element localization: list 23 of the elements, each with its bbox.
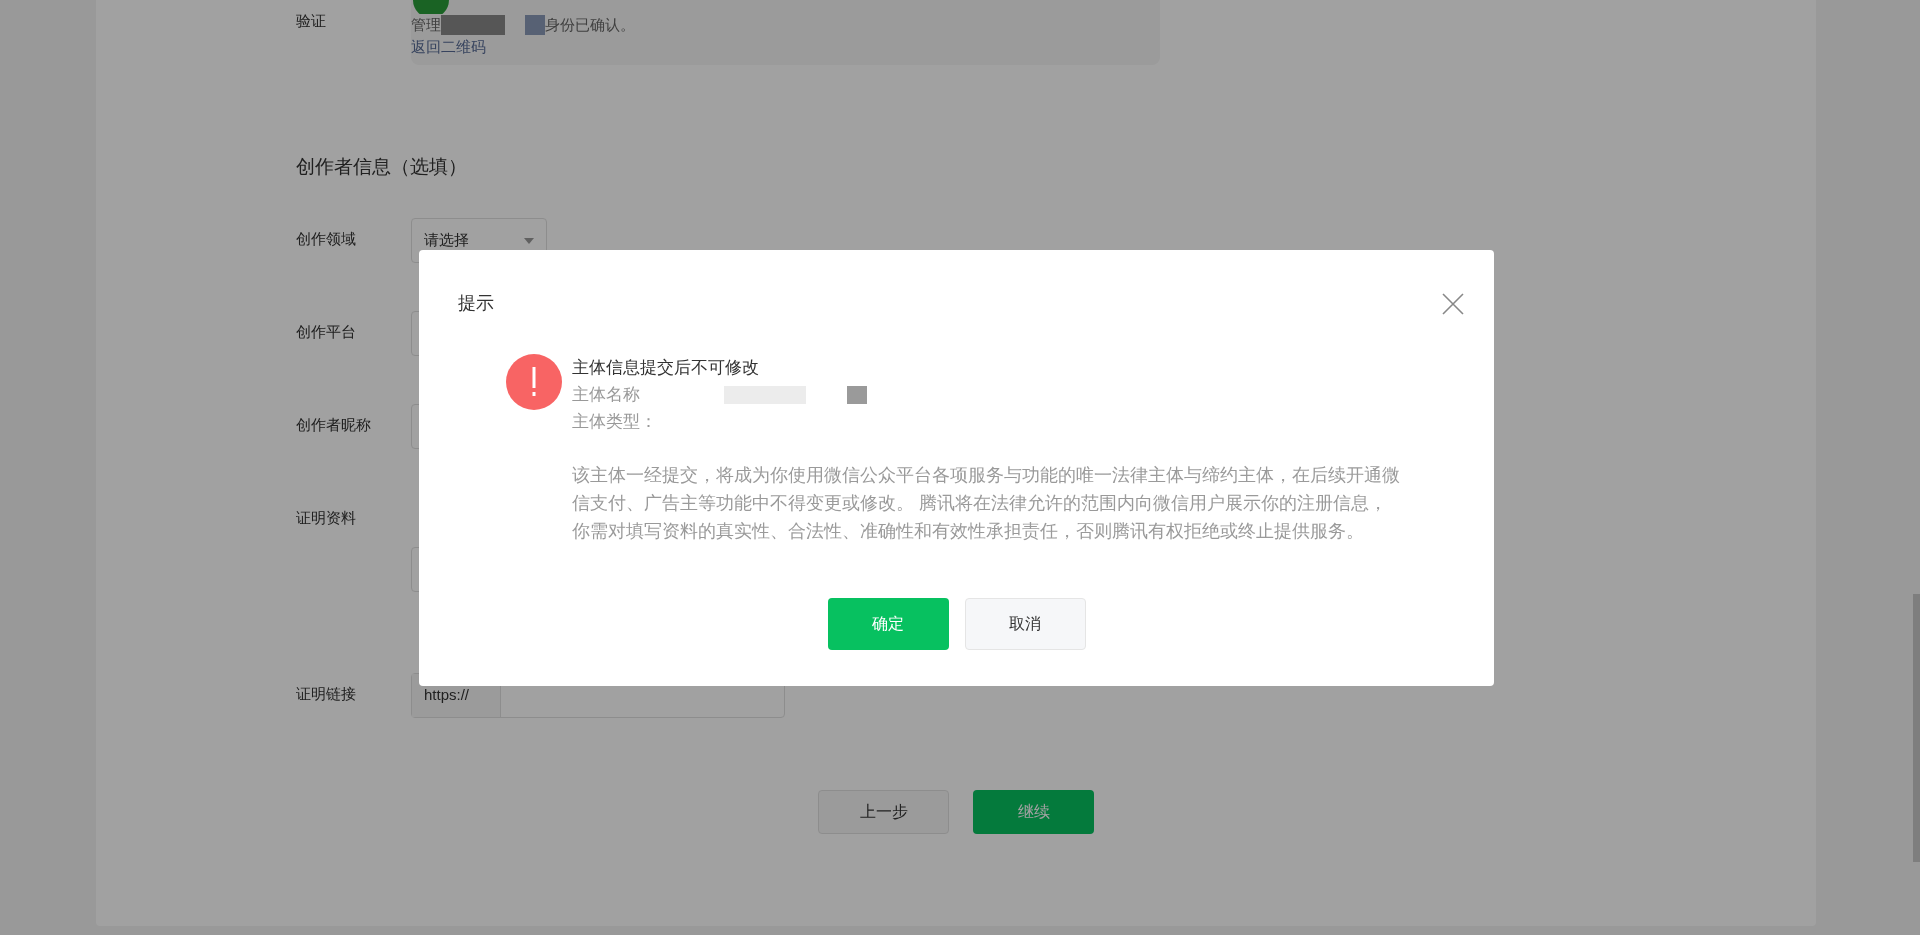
info-label: 主体名称 bbox=[572, 383, 640, 406]
warning-icon bbox=[506, 354, 562, 410]
caret-icon bbox=[524, 237, 534, 244]
field-label: 证明资料 bbox=[296, 508, 357, 528]
field-label: 创作领域 bbox=[296, 229, 357, 249]
dialog-heading: 主体信息提交后不可修改 bbox=[572, 357, 760, 379]
info-label: 主体类型： bbox=[572, 411, 658, 433]
section-title: 创作者信息（选填） bbox=[296, 156, 467, 177]
cancel-button[interactable]: 取消 bbox=[964, 598, 1086, 650]
redacted-block bbox=[847, 385, 867, 404]
redacted-block bbox=[441, 15, 505, 36]
close-icon[interactable] bbox=[1442, 292, 1464, 315]
field-label: 创作者昵称 bbox=[296, 415, 372, 435]
field-label: 验证 bbox=[296, 11, 327, 31]
status-text: 身份已确认。 bbox=[545, 15, 635, 35]
notice-paragraph: 该主体一经提交，将成为你使用微信公众平台各项服务与功能的唯一法律主体与缔约主体，在后续开通微信支付、广告主等功能中不得变更或修改。 腾讯将在法律允许的范围内向微信用户展示你的注册信息，你需对填写资料的真实性、合法性、准确性和有效性承担责任，否则腾讯有权拒绝或终止提供服务。 bbox=[572, 464, 1401, 543]
dialog-title: 提示 bbox=[458, 292, 494, 315]
field-label: 证明链接 bbox=[296, 684, 357, 704]
field-label: 创作平台 bbox=[296, 322, 357, 342]
back-button[interactable]: 上一步 bbox=[818, 790, 949, 834]
status-text: 管理 bbox=[411, 15, 441, 35]
redacted-block bbox=[525, 15, 545, 36]
back-link[interactable]: 返回二维码 bbox=[411, 36, 1160, 57]
